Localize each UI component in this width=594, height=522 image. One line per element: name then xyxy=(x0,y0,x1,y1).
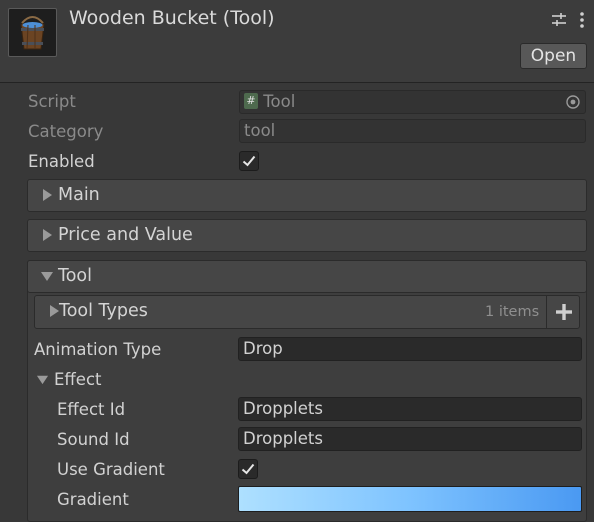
effect-id-field[interactable]: Dropplets xyxy=(238,397,582,421)
sound-id-field[interactable]: Dropplets xyxy=(238,427,582,451)
plus-icon xyxy=(556,304,572,320)
script-hash-icon: # xyxy=(244,93,258,109)
foldout-price-label: Price and Value xyxy=(58,225,193,245)
sound-id-label: Sound Id xyxy=(57,430,130,449)
sliders-icon[interactable] xyxy=(549,10,569,30)
animation-type-field[interactable]: Drop xyxy=(238,337,582,361)
arrow-down-icon[interactable] xyxy=(36,373,49,386)
foldout-tool-label: Tool xyxy=(58,266,92,286)
enabled-checkbox[interactable] xyxy=(239,151,259,171)
use-gradient-checkbox[interactable] xyxy=(238,459,258,479)
category-field: tool xyxy=(239,119,586,143)
add-item-button[interactable] xyxy=(554,302,574,322)
foldout-main-label: Main xyxy=(58,185,100,205)
checkmark-icon xyxy=(242,155,256,167)
category-label: Category xyxy=(28,122,104,141)
arrow-down-icon xyxy=(41,272,53,281)
foldout-main[interactable]: Main xyxy=(27,179,587,212)
tool-types-count: 1 items xyxy=(485,304,540,320)
script-value: Tool xyxy=(263,92,296,111)
gradient-field[interactable] xyxy=(238,486,582,512)
use-gradient-label: Use Gradient xyxy=(57,460,165,479)
checkmark-icon xyxy=(241,463,255,475)
gradient-label: Gradient xyxy=(57,490,129,509)
divider xyxy=(546,296,547,328)
enabled-label: Enabled xyxy=(28,152,95,171)
bucket-thumbnail-icon xyxy=(8,8,57,57)
object-picker-icon[interactable] xyxy=(565,94,581,110)
foldout-tool[interactable]: Tool xyxy=(27,260,587,293)
foldout-price-and-value[interactable]: Price and Value xyxy=(27,219,587,252)
arrow-right-icon xyxy=(43,189,52,201)
open-button[interactable]: Open xyxy=(520,43,587,69)
effect-id-label: Effect Id xyxy=(57,400,126,419)
arrow-right-icon xyxy=(43,229,52,241)
script-field[interactable]: # Tool xyxy=(239,90,586,114)
tool-types-list[interactable]: Tool Types 1 items xyxy=(34,295,580,329)
script-label: Script xyxy=(28,92,76,111)
effect-foldout-label[interactable]: Effect xyxy=(54,369,102,391)
animation-type-label: Animation Type xyxy=(34,340,162,359)
kebab-menu-icon[interactable] xyxy=(572,10,592,30)
tool-types-label: Tool Types xyxy=(59,301,148,321)
object-title: Wooden Bucket (Tool) xyxy=(69,7,275,29)
